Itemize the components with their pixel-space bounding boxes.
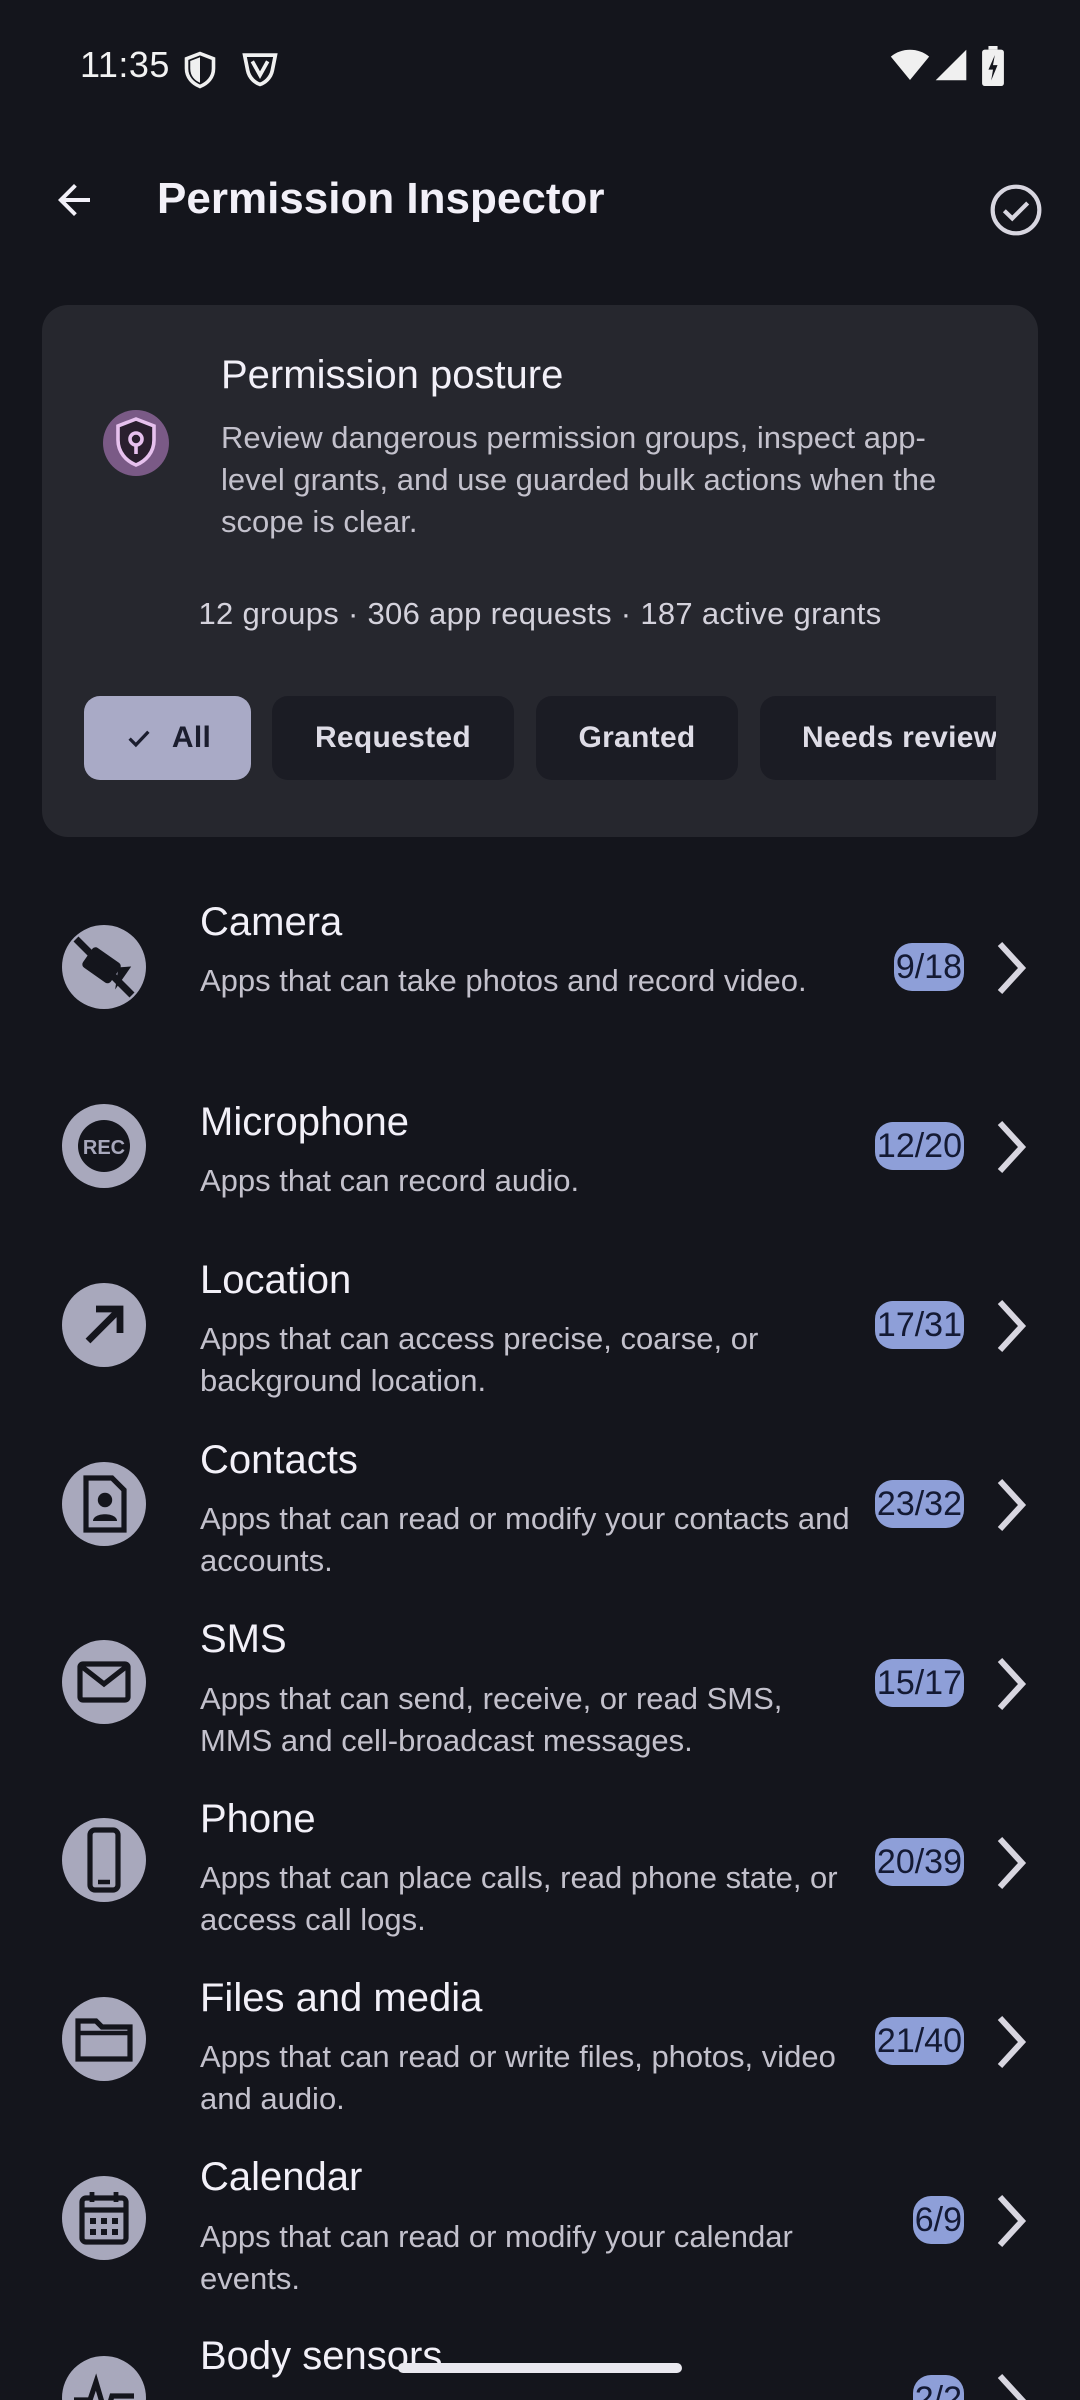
item-description: Apps that can record audio. [200,1163,580,1198]
check-circle-icon [990,184,1042,236]
item-title: Files and media [200,1976,483,2020]
arrow-back-icon [58,184,90,216]
chip-label: Needs review [802,721,996,754]
done-button[interactable] [980,174,1052,246]
item-title: Calendar [200,2155,363,2199]
chevron-right-icon [997,2194,1027,2248]
rec-icon: REC [62,1104,146,1188]
item-description: Apps that can access precise, coarse, or… [200,1321,759,1398]
shield-status-icon [182,50,218,95]
chevron-right-icon [997,1299,1027,1353]
item-description: Apps that can send, receive, or read SMS… [200,1681,783,1758]
battery-charging-icon [982,46,1004,91]
list-item-files-and-media[interactable]: Files and media Apps that can read or wr… [0,1970,1080,2140]
list-item-calendar[interactable]: Calendar Apps that can read or modify yo… [0,2150,1080,2320]
contact-card-icon [62,1462,146,1546]
chevron-right-icon [997,941,1027,995]
chevron-right-icon [997,1657,1027,1711]
list-item-contacts[interactable]: Contacts Apps that can read or modify yo… [0,1430,1080,1600]
chip-label: Granted [578,721,696,754]
list-item-camera[interactable]: Camera Apps that can take photos and rec… [0,870,1080,1050]
chip-requested[interactable]: Requested [272,696,514,780]
chevron-right-icon [997,1478,1027,1532]
item-title: SMS [200,1617,287,1661]
chevron-right-icon [997,1836,1027,1890]
chip-needs-review[interactable]: Needs review [760,696,996,780]
posture-summary: 12 groups · 306 app requests · 187 activ… [198,596,882,631]
home-indicator[interactable] [398,2363,682,2373]
chevron-right-icon [997,2015,1027,2069]
camera-off-icon [62,925,146,1009]
app-bar: Permission Inspector [0,136,1080,276]
grant-count-badge: 23/32 [874,1480,964,1528]
item-description: Apps that can read or write files, photo… [200,2039,836,2116]
item-title: Contacts [200,1438,358,1482]
folder-icon [62,1997,146,2081]
item-title: Microphone [200,1100,410,1144]
posture-title: Permission posture [221,353,564,397]
grant-count-badge: 15/17 [874,1659,964,1707]
envelope-icon [62,1640,146,1724]
list-item-microphone[interactable]: REC Microphone Apps that can record audi… [0,1070,1080,1230]
item-description: Apps that can read or modify your contac… [200,1501,850,1578]
page-title: Permission Inspector [157,174,605,223]
filter-chip-row: All Requested Granted Needs review [84,696,996,782]
item-description: Apps that can read or modify your calend… [200,2219,793,2296]
heartbeat-icon [62,2356,146,2400]
chevron-right-icon [997,1120,1027,1174]
list-item-sms[interactable]: SMS Apps that can send, receive, or read… [0,1610,1080,1780]
phone-device-icon [62,1818,146,1902]
item-title: Phone [200,1797,316,1841]
chip-granted[interactable]: Granted [536,696,738,780]
signal-icon [934,48,968,87]
list-item-phone[interactable]: Phone Apps that can place calls, read ph… [0,1790,1080,1960]
item-description: Apps that can place calls, read phone st… [200,1860,838,1937]
item-title: Camera [200,900,343,944]
grant-count-badge: 9/18 [893,943,964,991]
grant-count-badge: 6/9 [912,2196,964,2244]
security-shield-icon [102,409,170,477]
list-item-location[interactable]: Location Apps that can access precise, c… [0,1250,1080,1420]
chip-all[interactable]: All [84,696,251,780]
vpn-status-icon [240,50,280,93]
chip-label: Requested [314,721,472,754]
calendar-icon [62,2176,146,2260]
status-bar: 11:35 [0,0,1080,136]
arrow-northeast-icon [62,1283,146,1367]
chip-label: All [171,721,212,754]
status-time: 11:35 [80,44,170,85]
item-description: Apps that can take photos and record vid… [200,963,807,998]
posture-description: Review dangerous permission groups, insp… [221,420,937,539]
back-button[interactable] [38,164,110,236]
grant-count-badge: 21/40 [874,2017,964,2065]
grant-count-badge: 20/39 [874,1838,964,1886]
grant-count-badge: 2/2 [912,2375,964,2400]
posture-card: Permission posture Review dangerous perm… [42,305,1038,837]
check-icon [124,723,154,753]
grant-count-badge: 17/31 [874,1301,964,1349]
chevron-right-icon [997,2373,1027,2400]
wifi-icon [890,48,930,87]
grant-count-badge: 12/20 [874,1122,964,1170]
item-title: Location [200,1258,352,1302]
svg-text:REC: REC [83,1137,125,1159]
